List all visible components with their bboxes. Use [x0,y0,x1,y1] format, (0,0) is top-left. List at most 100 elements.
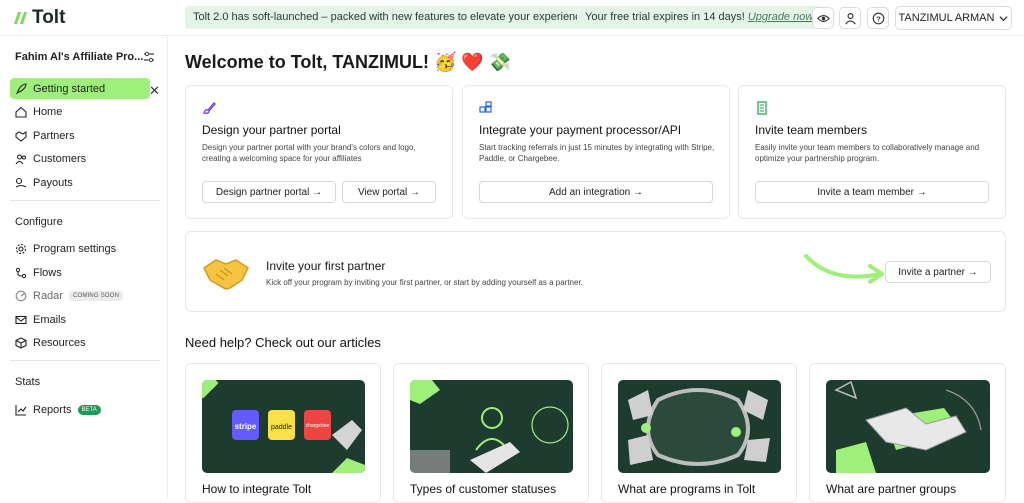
sidebar-divider [10,200,160,201]
programs-image [628,388,770,466]
help-articles-heading: Need help? Check out our articles [185,335,381,350]
page-title: Welcome to Tolt, TANZIMUL! 🥳 ❤️ 💸 [185,52,512,72]
svg-text:?: ? [876,14,881,23]
article-thumbnail [618,380,781,473]
sidebar-item-partners[interactable]: Partners [10,125,150,146]
sidebar-item-getting-started[interactable]: Getting started [10,78,150,99]
article-title: Types of customer statuses [410,482,557,496]
sidebar-item-resources[interactable]: Resources [10,332,150,353]
sidebar-item-payouts[interactable]: Payouts [10,172,150,193]
help-icon: ? [872,12,884,24]
article-card-integrate[interactable]: stripe paddle chargebee How to integrate… [185,363,381,503]
program-name[interactable]: Fahim Al's Affiliate Pro... [15,51,143,63]
article-thumbnail [410,380,573,473]
invite-a-partner-button[interactable]: Invite a partner → [885,261,991,283]
paddle-logo: paddle [271,424,292,431]
sidebar-item-home[interactable]: Home [10,101,150,122]
sidebar-item-label: Radar [33,289,63,302]
article-thumbnail: stripe paddle chargebee [202,380,365,473]
invite-team-card: Invite team members Easily invite your t… [738,85,1006,219]
integration-logos-image: stripe paddle chargebee [202,380,365,473]
view-portal-button[interactable]: View portal → [342,181,436,203]
payouts-icon [15,177,27,187]
invite-team-member-button[interactable]: Invite a team member → [755,181,989,203]
article-title: How to integrate Tolt [202,482,312,496]
sidebar-item-radar: Radar COMING SOON [10,285,150,306]
article-card-customer-statuses[interactable]: Types of customer statuses [393,363,589,503]
design-portal-card: Design your partner portal Design your p… [185,85,453,219]
handshake-icon [15,130,27,142]
integrate-payment-card: Integrate your payment processor/API Sta… [462,85,730,219]
mail-icon [15,315,27,324]
beta-badge: BETA [77,404,101,415]
flows-icon [15,267,27,278]
chevron-down-icon [999,15,1009,21]
preview-button[interactable] [812,7,834,29]
sidebar-item-label: Home [33,105,63,118]
card-title: Invite team members [755,123,868,137]
home-icon [15,106,27,118]
radar-icon [15,290,27,301]
article-card-partner-groups[interactable]: What are partner groups [809,363,1006,503]
article-thumbnail [826,380,990,473]
launch-banner: Tolt 2.0 has soft-launched – packed with… [185,6,598,29]
user-name: TANZIMUL ARMAN [898,12,995,24]
sidebar: Fahim Al's Affiliate Pro... Getting star… [0,37,168,498]
add-integration-button[interactable]: Add an integration → [479,181,713,203]
chargebee-logo: chargebee [306,423,330,429]
sidebar-item-label: Partners [33,129,75,142]
user-menu-button[interactable]: TANZIMUL ARMAN [895,6,1012,30]
article-title: What are partner groups [826,482,957,496]
tolt-logo[interactable]: Tolt [12,7,65,29]
card-title: Design your partner portal [202,123,341,137]
stripe-logo: stripe [235,422,257,431]
invite-title: Invite your first partner [266,259,386,273]
sidebar-item-emails[interactable]: Emails [10,309,150,330]
sidebar-item-label: Customers [33,152,87,165]
card-description: Easily invite your team members to colla… [755,143,980,163]
account-button[interactable] [839,7,861,29]
sidebar-item-label: Reports [33,403,72,416]
sidebar-item-reports[interactable]: Reports BETA [10,399,150,420]
sidebar-item-label: Emails [33,313,67,326]
close-icon[interactable]: ✕ [149,83,160,99]
stats-heading: Stats [15,376,41,388]
green-arrow-icon [804,254,884,284]
sidebar-item-label: Resources [33,336,86,349]
sidebar-item-customers[interactable]: Customers [10,148,150,169]
trial-text: Your free trial expires in 14 days! [585,11,745,23]
sidebar-item-label: Getting started [33,82,106,95]
help-button[interactable]: ? [867,7,889,29]
partner-groups-image [834,380,982,473]
sidebar-item-label: Payouts [33,176,73,189]
trial-banner: Your free trial expires in 14 days! Upgr… [577,6,825,29]
sidebar-divider [10,360,160,361]
handshake-emoji-icon [203,259,249,290]
logo-text: Tolt [32,7,66,28]
cube-icon [15,336,27,349]
upgrade-link[interactable]: Upgrade now! [748,11,817,23]
tolt-logo-icon [14,12,27,24]
coming-soon-badge: COMING SOON [68,290,124,301]
users-icon [15,153,26,164]
sidebar-item-program-settings[interactable]: Program settings [10,238,150,259]
card-title: Integrate your payment processor/API [479,123,682,137]
chart-line-icon [15,404,27,416]
article-title: What are programs in Tolt [618,482,756,496]
card-description: Start tracking referrals in just 15 minu… [479,143,715,163]
design-partner-portal-button[interactable]: Design partner portal → [202,181,336,203]
invite-partner-panel: Invite your first partner Kick off your … [185,231,1006,312]
article-card-programs[interactable]: What are programs in Tolt [601,363,797,503]
invite-description: Kick off your program by inviting your f… [266,278,583,287]
sidebar-item-flows[interactable]: Flows [10,262,150,283]
brush-icon [203,102,216,114]
building-icon [757,101,767,115]
sidebar-item-label: Flows [33,266,62,279]
integration-icon [479,101,492,113]
customer-status-image [410,380,569,473]
card-description: Design your partner portal with your bra… [202,143,416,163]
configure-heading: Configure [15,216,63,228]
switch-program-icon[interactable] [143,51,155,63]
eye-icon [816,14,830,22]
user-icon [844,12,856,25]
